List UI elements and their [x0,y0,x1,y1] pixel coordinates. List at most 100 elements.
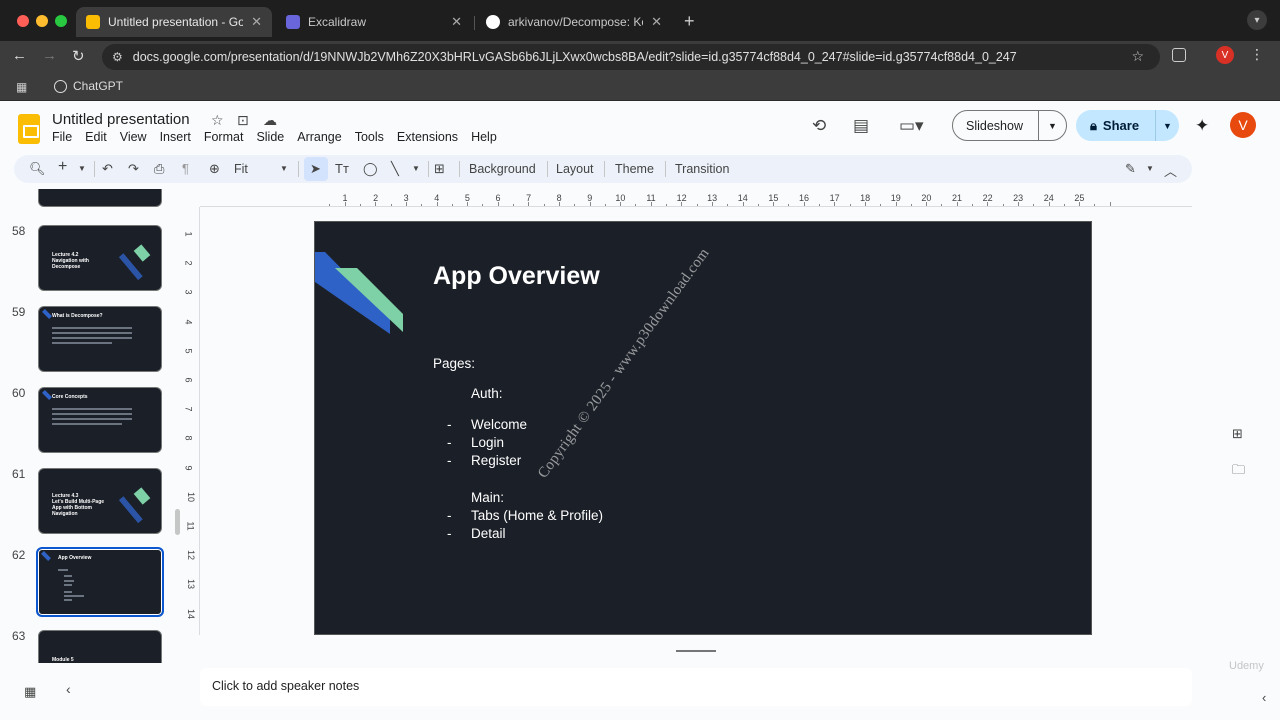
site-info-icon[interactable]: ⚙ [112,50,123,64]
close-tab-icon[interactable]: ✕ [451,14,462,30]
pages-label[interactable]: Pages: [433,356,475,371]
folder-icon[interactable]: 🗀︎ [1232,461,1245,483]
auth-label[interactable]: Auth: [471,386,503,401]
pen-mode-icon[interactable]: ✎ [1125,161,1136,177]
tab-search-chevron-icon[interactable]: ▾ [1247,10,1267,30]
print-icon[interactable]: ⎙ [154,161,164,177]
new-slide-plus-icon[interactable]: + [58,158,67,176]
collapse-toolbar-chevron-icon[interactable]: ︿ [1164,161,1177,180]
meet-camera-icon[interactable]: ▭▾ [899,116,924,136]
text-box-icon[interactable]: Tт [335,161,349,176]
main-label[interactable]: Main: [471,490,504,505]
presentation-title[interactable]: Untitled presentation [52,111,190,128]
slide-thumbnail[interactable]: Lecture 4.3 Let's Build Multi-Page App w… [38,468,162,534]
version-history-icon[interactable]: ⟲ [812,116,826,136]
search-menus-icon[interactable]: 🔍︎ [29,161,46,177]
side-panel-toggle-icon[interactable]: ‹ [1262,690,1266,705]
extensions-puzzle-icon[interactable] [1172,48,1186,62]
menu-slide[interactable]: Slide [256,130,284,144]
menu-view[interactable]: View [120,130,147,144]
close-tab-icon[interactable]: ✕ [651,14,662,30]
shape-icon[interactable]: ◯ [363,161,378,177]
bookmark-chatgpt[interactable]: ChatGPT [54,79,123,93]
window-close-button[interactable] [17,15,29,27]
bookmark-star-icon[interactable]: ☆ [1131,48,1144,65]
slides-logo-icon[interactable] [18,114,40,144]
browser-tab-excalidraw[interactable]: Excalidraw ✕ [276,7,472,37]
comments-icon[interactable]: ▤ [853,116,869,136]
window-zoom-button[interactable] [55,15,67,27]
menu-help[interactable]: Help [471,130,497,144]
speaker-notes[interactable]: Click to add speaker notes [200,668,1192,706]
bullet-dash: - [447,453,452,468]
line-dropdown-chevron-icon[interactable]: ▼ [412,164,420,173]
slideshow-button[interactable]: Slideshow ▼ [952,110,1067,141]
reload-icon[interactable]: ↻ [72,47,85,65]
pen-dropdown-chevron-icon[interactable]: ▼ [1146,164,1154,173]
new-slide-layout-chevron-icon[interactable]: ▼ [78,164,86,173]
grid-view-icon[interactable]: ▦ [24,684,36,700]
list-item-register[interactable]: Register [471,453,521,468]
menu-arrange[interactable]: Arrange [297,130,341,144]
apps-grid-icon[interactable]: ▦ [16,80,27,94]
paint-format-icon[interactable]: ¶ [182,161,189,176]
slide-thumbnail-selected[interactable]: App Overview [36,547,164,617]
account-avatar[interactable]: V [1230,112,1256,138]
zoom-dropdown-chevron-icon[interactable]: ▼ [280,164,288,173]
horizontal-ruler[interactable]: 1 2 3 4 5 6 7 8 9 10 11 12 13 14 15 16 17 18 19 20 21 22 23 24 2… [314,190,1111,206]
slide-thumbnail[interactable] [38,189,162,207]
address-bar[interactable]: ⚙ docs.google.com/presentation/d/19NNWJb… [102,44,1160,70]
share-dropdown-chevron-icon[interactable]: ▼ [1156,121,1179,131]
comment-add-icon[interactable]: ⊞ [434,161,445,177]
star-icon[interactable]: ☆ [211,112,224,129]
gemini-sparkle-icon[interactable]: ✦ [1195,116,1209,136]
background-button[interactable]: Background [469,162,536,176]
new-tab-plus-icon[interactable]: + [684,11,695,32]
slideshow-dropdown-chevron-icon[interactable]: ▼ [1039,121,1066,131]
list-item-tabs[interactable]: Tabs (Home & Profile) [471,508,603,523]
menu-insert[interactable]: Insert [160,130,191,144]
select-cursor-icon[interactable]: ➤ [310,161,321,177]
list-item-detail[interactable]: Detail [471,526,506,541]
keep-notes-icon[interactable]: ⊞ [1232,426,1243,442]
close-tab-icon[interactable]: ✕ [251,14,262,30]
slide-thumbnail[interactable]: Lecture 4.2 Navigation with Decompose [38,225,162,291]
collapse-filmstrip-chevron-icon[interactable]: ‹ [66,681,71,697]
zoom-icon[interactable]: ⊕ [209,161,220,177]
undo-icon[interactable]: ↶ [102,161,113,177]
slide-thumbnail[interactable]: What is Decompose? [38,306,162,372]
menu-format[interactable]: Format [204,130,244,144]
menu-edit[interactable]: Edit [85,130,107,144]
ruler-number: 14 [186,608,197,619]
back-arrow-icon[interactable]: ← [12,47,27,64]
filmstrip-scrollbar[interactable] [175,509,180,535]
slide-title[interactable]: App Overview [433,262,600,291]
share-button[interactable]: 🔒︎ Share ▼ [1076,110,1179,141]
forward-arrow-icon[interactable]: → [42,47,57,64]
layout-button[interactable]: Layout [556,162,594,176]
slide-thumbnail[interactable]: Module 5 [38,630,162,663]
zoom-select[interactable]: Fit [234,162,248,176]
notes-resize-handle[interactable] [676,650,716,652]
line-icon[interactable]: ╲ [391,161,399,177]
lock-icon: 🔒︎ [1090,117,1097,133]
bullet-dash: - [447,435,452,450]
browser-menu-kebab-icon[interactable]: ⋮ [1250,46,1264,63]
vertical-ruler[interactable]: 1 2 3 4 5 6 7 8 9 10 11 12 13 14 [184,221,198,635]
cloud-saved-icon[interactable]: ☁ [263,112,277,129]
list-item-welcome[interactable]: Welcome [471,417,527,432]
window-minimize-button[interactable] [36,15,48,27]
theme-button[interactable]: Theme [615,162,654,176]
transition-button[interactable]: Transition [675,162,729,176]
slide-thumbnail[interactable]: Core Concepts [38,387,162,453]
browser-tab-slides[interactable]: Untitled presentation - Google Slides ✕ [76,7,272,37]
redo-icon[interactable]: ↷ [128,161,139,177]
menu-file[interactable]: File [52,130,72,144]
list-item-login[interactable]: Login [471,435,504,450]
menu-tools[interactable]: Tools [355,130,384,144]
browser-profile-avatar[interactable]: V [1216,46,1234,64]
menu-extensions[interactable]: Extensions [397,130,458,144]
slide-canvas[interactable]: App Overview Pages: Auth: - Welcome - Lo… [314,221,1092,635]
move-folder-icon[interactable]: ⊡ [237,112,249,129]
browser-tab-github[interactable]: arkivanov/Decompose: Kotlin Multiplatfor… [476,7,672,37]
